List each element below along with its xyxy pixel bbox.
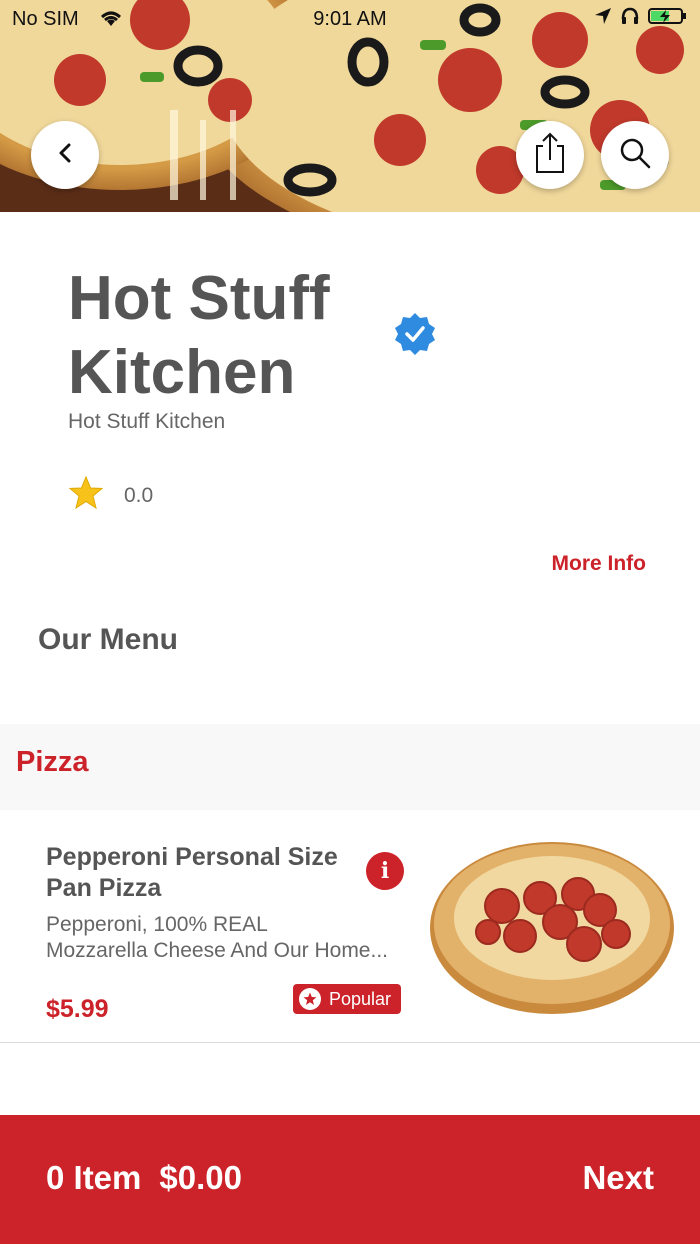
cart-item-count: 0 Item: [46, 1159, 142, 1196]
item-price: $5.99: [46, 995, 109, 1023]
search-button[interactable]: [601, 121, 669, 189]
popular-badge-label: Popular: [329, 988, 392, 1009]
share-icon: [533, 132, 567, 179]
star-icon: [68, 475, 104, 515]
category-label: Pizza: [16, 746, 89, 778]
cart-total: $0.00: [159, 1159, 242, 1196]
location-arrow-icon: [594, 7, 612, 31]
item-name: Pepperoni Personal Size Pan Pizza: [46, 843, 338, 902]
menu-item[interactable]: Pepperoni Personal Size Pan Pizza i Pepp…: [0, 810, 700, 1043]
next-button[interactable]: Next: [582, 1159, 654, 1197]
rating-value: 0.0: [124, 483, 154, 507]
item-image: [428, 838, 676, 1021]
more-info-link[interactable]: More Info: [552, 552, 647, 576]
search-icon: [618, 136, 652, 175]
battery-icon: [648, 6, 688, 32]
verified-badge-icon: [392, 311, 438, 362]
status-bar: No SIM 9:01 AM: [0, 0, 700, 40]
back-button[interactable]: [31, 121, 99, 189]
back-icon: [55, 141, 75, 170]
popular-badge: Popular: [293, 984, 402, 1014]
cart-bar: 0 Item $0.00 Next: [0, 1115, 700, 1244]
item-description-line: Mozzarella Cheese And Our Home...: [46, 939, 388, 962]
share-button[interactable]: [516, 121, 584, 189]
cart-summary: 0 Item $0.00: [46, 1159, 242, 1197]
item-description: Pepperoni, 100% REAL Mozzarella Cheese A…: [46, 912, 406, 964]
restaurant-subtitle: Hot Stuff Kitchen: [68, 410, 226, 433]
info-icon[interactable]: i: [366, 852, 404, 890]
category-header: Pizza: [0, 724, 700, 810]
item-description-line: Pepperoni, 100% REAL: [46, 913, 268, 936]
rating: 0.0: [68, 475, 154, 515]
popular-star-icon: [299, 988, 321, 1010]
headphones-icon: [620, 6, 640, 32]
menu-heading: Our Menu: [38, 623, 178, 656]
restaurant-name: Hot Stuff Kitchen: [68, 264, 330, 407]
